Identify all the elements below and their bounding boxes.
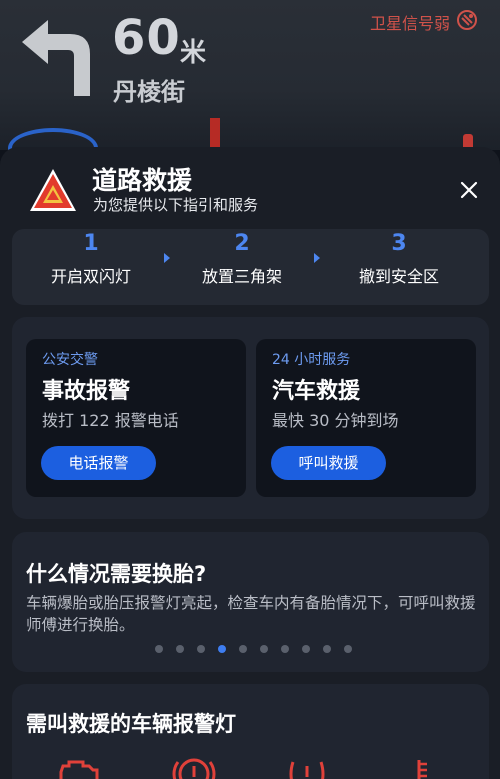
road-rescue-panel: 道路救援 为您提供以下指引和服务 1 开启双闪灯 2 放置三角架 3 撤到安全区… <box>0 147 500 779</box>
close-icon[interactable] <box>454 175 484 205</box>
step-label: 放置三角架 <box>201 267 282 286</box>
safety-steps: 1 开启双闪灯 2 放置三角架 3 撤到安全区 <box>12 229 489 305</box>
step-item: 2 放置三角架 <box>167 229 317 287</box>
service-desc: 最快 30 分钟到场 <box>272 411 399 430</box>
service-cards: 公安交警 事故报警 拨打 122 报警电话 电话报警 24 小时服务 汽车救援 … <box>12 317 489 519</box>
step-item: 1 开启双闪灯 <box>16 229 166 287</box>
service-tag: 公安交警 <box>42 352 98 368</box>
carousel-pagination[interactable] <box>155 645 352 653</box>
turn-left-arrow-icon <box>22 20 90 96</box>
pagination-dot[interactable] <box>218 645 226 653</box>
pagination-dot[interactable] <box>155 645 163 653</box>
coolant-temperature-icon[interactable] <box>397 752 441 779</box>
panel-subtitle: 为您提供以下指引和服务 <box>93 196 259 214</box>
pagination-dot[interactable] <box>344 645 352 653</box>
step-label: 撤到安全区 <box>358 267 439 286</box>
distance-unit: 米 <box>180 38 207 68</box>
pagination-dot[interactable] <box>323 645 331 653</box>
warning-lights-section: 需叫救援的车辆报警灯 <box>12 684 489 779</box>
next-street-name: 丹棱街 <box>113 78 185 106</box>
pagination-dot[interactable] <box>281 645 289 653</box>
step-label: 开启双闪灯 <box>50 267 131 286</box>
section-title: 需叫救援的车辆报警灯 <box>26 712 236 736</box>
service-title: 事故报警 <box>42 379 131 404</box>
pagination-dot[interactable] <box>302 645 310 653</box>
service-title: 汽车救援 <box>272 379 361 404</box>
route-line <box>463 134 473 148</box>
step-number: 3 <box>391 231 407 256</box>
step-number: 2 <box>234 231 250 256</box>
tip-carousel[interactable]: 什么情况需要换胎? 车辆爆胎或胎压报警灯亮起，检查车内有备胎情况下，可呼叫救援师… <box>12 532 489 672</box>
service-desc: 拨打 122 报警电话 <box>42 411 179 430</box>
turn-distance: 60 <box>112 10 181 66</box>
route-line <box>210 118 220 148</box>
engine-warning-icon[interactable] <box>57 752 101 779</box>
panel-title: 道路救援 <box>92 166 193 195</box>
call-police-button[interactable]: 电话报警 <box>41 446 156 480</box>
tip-answer: 车辆爆胎或胎压报警灯亮起，检查车内有备胎情况下，可呼叫救援师傅进行换胎。 <box>26 594 476 634</box>
brake-warning-icon[interactable] <box>172 752 216 779</box>
step-item: 3 撤到安全区 <box>324 229 474 287</box>
service-tag: 24 小时服务 <box>272 352 351 368</box>
step-number: 1 <box>83 231 99 256</box>
pagination-dot[interactable] <box>197 645 205 653</box>
gps-status-text: 卫星信号弱 <box>369 14 450 33</box>
accident-report-card: 公安交警 事故报警 拨打 122 报警电话 电话报警 <box>26 339 246 497</box>
navigation-header: 60 米 丹棱街 卫星信号弱 <box>0 0 500 150</box>
pagination-dot[interactable] <box>260 645 268 653</box>
satellite-icon <box>457 10 477 30</box>
warning-triangle-icon <box>30 169 76 211</box>
call-rescue-button[interactable]: 呼叫救援 <box>271 446 386 480</box>
chevron-right-icon <box>314 253 320 263</box>
pagination-dot[interactable] <box>239 645 247 653</box>
pagination-dot[interactable] <box>176 645 184 653</box>
car-rescue-card: 24 小时服务 汽车救援 最快 30 分钟到场 呼叫救援 <box>256 339 476 497</box>
tire-pressure-icon[interactable] <box>285 752 329 779</box>
tip-question: 什么情况需要换胎? <box>26 562 207 586</box>
